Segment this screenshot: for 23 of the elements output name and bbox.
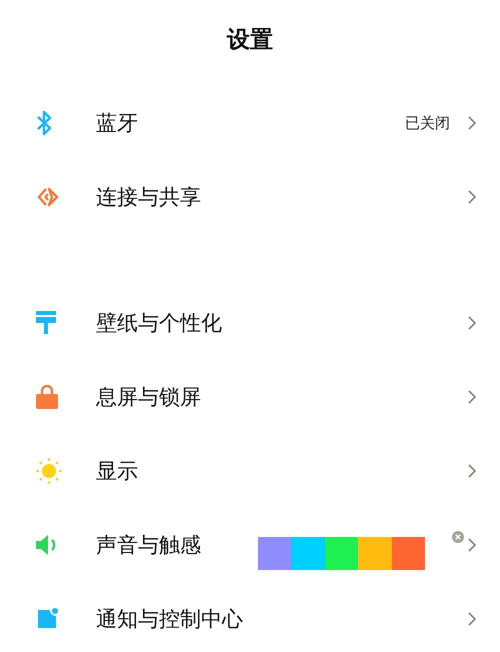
- lock-icon: [36, 385, 58, 409]
- paint-brush-icon: [36, 311, 56, 335]
- speaker-icon: [36, 534, 58, 556]
- notification-icon: [36, 608, 58, 630]
- setting-item[interactable]: 显示: [96, 457, 468, 485]
- bluetooth-icon: [36, 110, 52, 136]
- setting-item[interactable]: 连接与共享: [96, 183, 468, 211]
- page-title: 设置: [226, 26, 274, 55]
- setting-item[interactable]: 声音与触感: [96, 531, 468, 559]
- chevron-right-icon: [468, 612, 476, 626]
- setting-item[interactable]: 蓝牙: [96, 109, 405, 137]
- status-text: 已关闭: [405, 114, 450, 132]
- chevron-right-icon: [468, 538, 476, 552]
- chevron-right-icon: [468, 316, 476, 330]
- chevron-right-icon: [468, 116, 476, 130]
- chevron-right-icon: [468, 390, 476, 404]
- sun-icon: [36, 458, 62, 484]
- setting-item[interactable]: 壁纸与个性化: [96, 309, 468, 337]
- setting-item[interactable]: 息屏与锁屏: [96, 383, 468, 411]
- close-icon[interactable]: [452, 531, 464, 543]
- chevron-right-icon: [468, 464, 476, 478]
- setting-item[interactable]: 通知与控制中心: [96, 605, 468, 633]
- chevron-right-icon: [468, 190, 476, 204]
